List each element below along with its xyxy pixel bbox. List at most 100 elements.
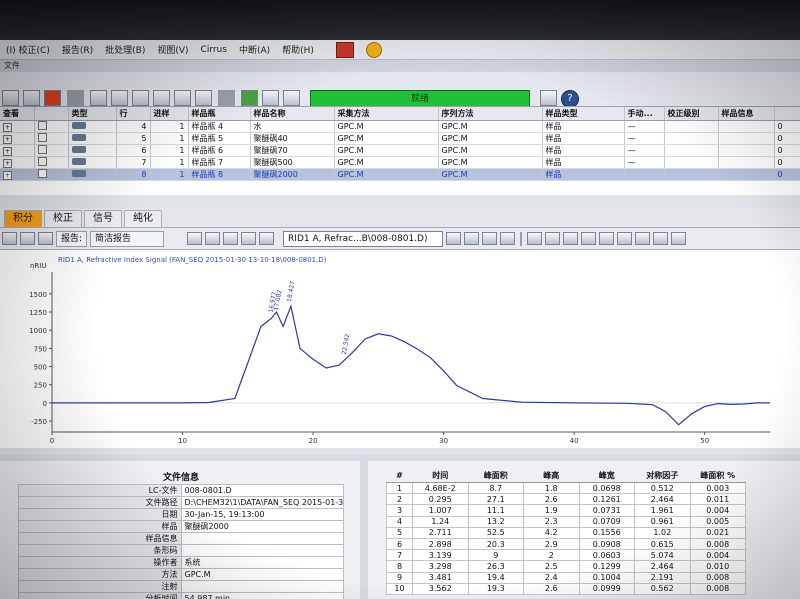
cell-manual[interactable]: — — [624, 144, 665, 157]
zoom-reset-icon[interactable] — [500, 232, 516, 245]
expand-icon[interactable]: + — [3, 146, 12, 156]
peak-col-area-pct[interactable]: 峰面积 % — [690, 469, 746, 483]
peak-row[interactable]: 4 1.24 13.2 2.3 0.0709 0.961 0.005 — [386, 515, 746, 528]
cell-inj[interactable]: 1 — [150, 156, 189, 169]
grid-view-icon[interactable] — [335, 41, 354, 58]
cell-line[interactable]: 5 — [116, 132, 151, 145]
cell-manual[interactable]: — — [624, 120, 665, 133]
cell-inj[interactable]: 1 — [150, 144, 189, 157]
export-report-icon[interactable] — [223, 232, 239, 245]
expand-toggle[interactable]: + — [0, 156, 35, 169]
baseline-icon-9[interactable] — [671, 232, 687, 245]
expand-icon[interactable]: + — [3, 134, 12, 144]
peak-row[interactable]: 8 3.298 26.3 2.5 0.1299 2.464 0.010 — [386, 560, 746, 573]
cell-vial[interactable]: 样品瓶 8 — [188, 168, 251, 181]
edit-events-icon[interactable] — [20, 232, 35, 245]
col-sample-type[interactable]: 样品类型 — [542, 107, 625, 121]
cell-cal[interactable] — [664, 168, 719, 181]
baseline-icon-8[interactable] — [653, 232, 669, 245]
stop-icon[interactable] — [262, 90, 279, 106]
zoom-in-icon[interactable] — [464, 232, 480, 245]
view-cell[interactable] — [34, 132, 69, 145]
report-style-select[interactable]: 简洁报告 — [90, 230, 165, 247]
cell-inj[interactable]: 1 — [150, 168, 189, 181]
cell-line[interactable]: 7 — [116, 156, 151, 169]
menu-item-abort[interactable]: 中断(A) — [239, 43, 270, 56]
cell-name[interactable]: 聚醚砜500 — [250, 156, 335, 169]
copy-icon[interactable] — [187, 232, 203, 245]
checkbox[interactable] — [37, 121, 47, 130]
cell-info[interactable] — [718, 156, 775, 169]
col-manual[interactable]: 手动... — [624, 107, 665, 121]
baseline-icon-3[interactable] — [563, 232, 579, 245]
cell-acq[interactable]: GPC.M — [334, 144, 439, 157]
cell-info[interactable] — [718, 132, 775, 145]
tab-signal[interactable]: 信号 — [84, 210, 122, 227]
cell-vial[interactable]: 样品瓶 5 — [188, 132, 251, 145]
cell-name[interactable]: 聚醚砜2000 — [250, 168, 335, 181]
cell-extra[interactable]: 0 — [774, 168, 800, 181]
checkbox[interactable] — [37, 157, 47, 166]
sequence-row[interactable]: +6 1 样品瓶 6 聚醚砜70 GPC.M GPC.M 样品 —0 — [0, 144, 800, 157]
view-cell[interactable] — [34, 168, 69, 181]
cell-type[interactable]: 样品 — [542, 132, 625, 145]
cell-seq[interactable]: GPC.M — [438, 144, 543, 157]
col-seq-method[interactable]: 序列方法 — [438, 107, 543, 121]
peak-col-time[interactable]: 时间 — [412, 469, 468, 483]
tools-icon[interactable] — [259, 232, 275, 245]
baseline-icon-5[interactable] — [599, 232, 615, 245]
expand-toggle[interactable]: + — [0, 132, 35, 145]
tab-calibration[interactable]: 校正 — [44, 210, 82, 227]
baseline-icon-4[interactable] — [581, 232, 597, 245]
cell-seq[interactable]: GPC.M — [438, 132, 543, 145]
cell-extra[interactable]: 0 — [774, 156, 800, 169]
cell-inj[interactable]: 1 — [150, 132, 189, 145]
sequence-row[interactable]: +4 1 样品瓶 4 水 GPC.M GPC.M 样品 —0 — [0, 120, 800, 133]
cell-vial[interactable]: 样品瓶 4 — [188, 120, 251, 133]
expand-toggle[interactable]: + — [0, 120, 35, 133]
cell-inj[interactable]: 1 — [150, 120, 189, 133]
cell-info[interactable] — [718, 168, 775, 181]
cell-vial[interactable]: 样品瓶 6 — [188, 144, 251, 157]
run-icon[interactable] — [241, 90, 258, 106]
peak-col-height[interactable]: 峰高 — [523, 469, 579, 483]
peak-col-width[interactable]: 峰宽 — [579, 469, 635, 483]
view-cell[interactable] — [34, 156, 69, 169]
col-sample-info[interactable]: 样品信息 — [718, 107, 775, 121]
export-icon[interactable] — [195, 90, 212, 106]
peak-row[interactable]: 5 2.711 52.5 4.2 0.1556 1.02 0.021 — [386, 526, 746, 539]
menu-item-batch[interactable]: 批处理(B) — [105, 43, 145, 56]
col-vial[interactable]: 样品瓶 — [188, 107, 251, 121]
peak-row[interactable]: 6 2.898 20.3 2.9 0.0908 0.615 0.008 — [386, 537, 746, 551]
cell-cal[interactable] — [664, 144, 719, 157]
col-type[interactable]: 类型 — [68, 107, 117, 121]
peak-row[interactable]: 2 0.295 27.1 2.6 0.1261 2.464 0.011 — [386, 493, 746, 506]
tab-integration[interactable]: 积分 — [4, 210, 42, 227]
cell-line[interactable]: 6 — [116, 144, 151, 157]
signal-select[interactable]: RID1 A, Refrac...B\008-0801.D) — [283, 230, 444, 247]
cell-type[interactable]: 样品 — [542, 168, 625, 181]
cell-type[interactable]: 样品 — [542, 120, 625, 133]
open-file-icon[interactable] — [23, 90, 40, 106]
menu-item-calibration[interactable]: (I) 校正(C) — [6, 43, 50, 56]
tab-purify[interactable]: 纯化 — [124, 210, 162, 227]
checkbox[interactable] — [37, 133, 47, 142]
baseline-icon-7[interactable] — [635, 232, 651, 245]
checkbox[interactable] — [37, 145, 47, 154]
peak-col-symmetry[interactable]: 对称因子 — [634, 469, 690, 483]
menu-item-view[interactable]: 视图(V) — [157, 43, 188, 56]
cell-seq[interactable]: GPC.M — [438, 120, 543, 133]
print-icon[interactable] — [153, 90, 170, 106]
expand-toggle[interactable]: + — [0, 168, 35, 181]
view-cell[interactable] — [34, 120, 69, 133]
cell-name[interactable]: 聚醚砜40 — [250, 132, 335, 145]
peak-row[interactable]: 7 3.139 9 2 0.0603 5.074 0.004 — [386, 549, 746, 562]
col-view[interactable]: 查看 — [0, 107, 35, 121]
baseline-icon-6[interactable] — [617, 232, 633, 245]
cell-name[interactable]: 水 — [250, 120, 335, 133]
col-cal-level[interactable]: 校正级别 — [664, 107, 719, 121]
menu-item-help[interactable]: 帮助(H) — [282, 43, 314, 56]
report-icon[interactable] — [174, 90, 191, 106]
sequence-row[interactable]: +5 1 样品瓶 5 聚醚砜40 GPC.M GPC.M 样品 —0 — [0, 132, 800, 145]
peak-row[interactable]: 10 3.562 19.3 2.6 0.0999 0.562 0.008 — [386, 582, 746, 595]
